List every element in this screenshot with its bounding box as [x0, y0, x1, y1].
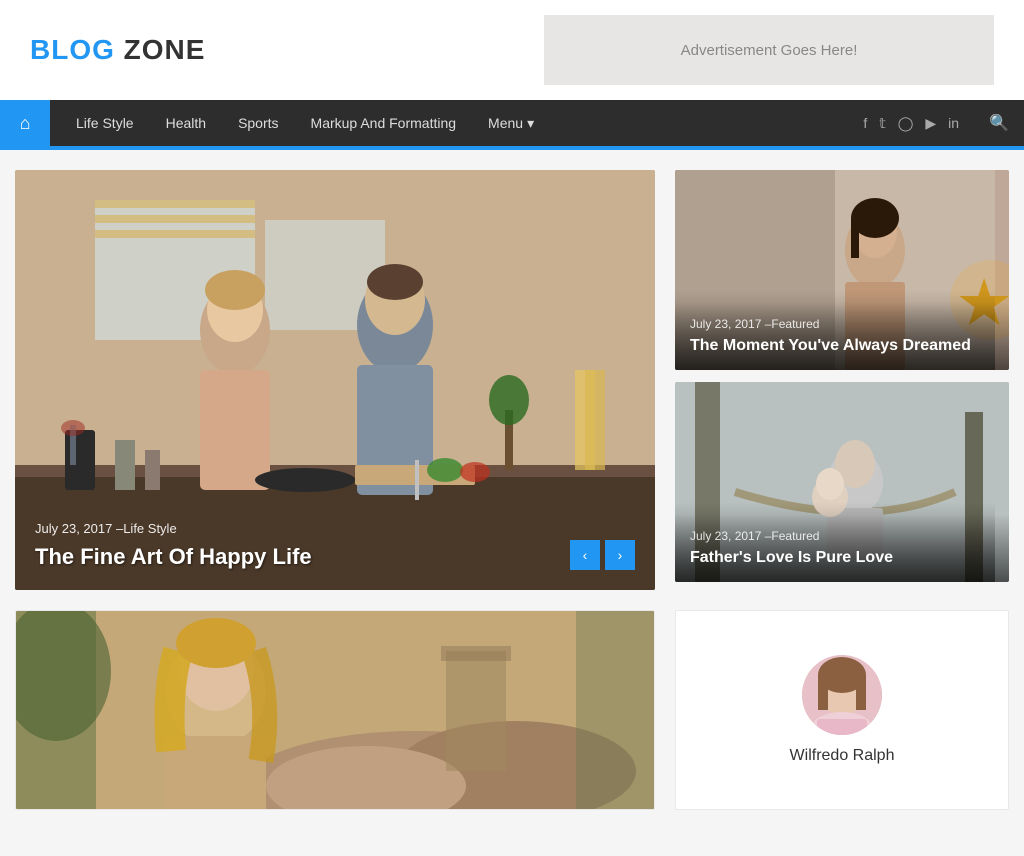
slider-prev-button[interactable]: ‹ [570, 540, 600, 570]
card-2-title: Father's Love Is Pure Love [690, 549, 994, 567]
nav-item-health[interactable]: Health [150, 100, 222, 146]
card-1-category: July 23, 2017 –Featured [690, 317, 994, 331]
home-button[interactable]: ⌂ [0, 100, 50, 146]
hero-title: The Fine Art Of Happy Life [35, 544, 635, 570]
author-name: Wilfredo Ralph [790, 747, 895, 765]
right-cards: ★ July [675, 170, 1009, 590]
author-avatar [802, 655, 882, 735]
logo[interactable]: BLOG ZONE [30, 34, 205, 66]
logo-zone: ZONE [124, 34, 206, 65]
author-widget: Wilfredo Ralph [675, 610, 1009, 810]
hero-category: July 23, 2017 –Life Style [35, 521, 635, 536]
slider-next-button[interactable]: › [605, 540, 635, 570]
bottom-article-card[interactable] [15, 610, 655, 810]
nav-items: Life Style Health Sports Markup And Form… [50, 100, 848, 146]
nav-item-sports[interactable]: Sports [222, 100, 294, 146]
slider-controls: ‹ › [570, 540, 635, 570]
advertisement-banner: Advertisement Goes Here! [544, 15, 994, 85]
social-links: f 𝕥 ◯ ▶ in [848, 100, 974, 146]
header: BLOG ZONE Advertisement Goes Here! [0, 0, 1024, 100]
article-card-2[interactable]: July 23, 2017 –Featured Father's Love Is… [675, 382, 1009, 582]
logo-blog: BLOG [30, 34, 115, 65]
instagram-icon[interactable]: ◯ [898, 115, 914, 132]
youtube-icon[interactable]: ▶ [925, 115, 936, 132]
card-1-title: The Moment You've Always Dreamed [690, 337, 994, 355]
hero-slider: July 23, 2017 –Life Style The Fine Art O… [15, 170, 655, 590]
article-card-1[interactable]: ★ July [675, 170, 1009, 370]
hero-overlay: July 23, 2017 –Life Style The Fine Art O… [15, 501, 655, 590]
card-2-overlay: July 23, 2017 –Featured Father's Love Is… [675, 514, 1009, 582]
facebook-icon[interactable]: f [863, 115, 867, 131]
bottom-section: Wilfredo Ralph [15, 610, 1009, 810]
search-button[interactable]: 🔍 [974, 100, 1024, 146]
navbar: ⌂ Life Style Health Sports Markup And Fo… [0, 100, 1024, 146]
card-2-category: July 23, 2017 –Featured [690, 529, 994, 543]
linkedin-icon[interactable]: in [948, 115, 959, 131]
nav-item-menu[interactable]: Menu ▾ [472, 100, 550, 146]
main-content: July 23, 2017 –Life Style The Fine Art O… [0, 150, 1024, 830]
nav-item-lifestyle[interactable]: Life Style [60, 100, 150, 146]
nav-item-markup[interactable]: Markup And Formatting [295, 100, 473, 146]
card-1-overlay: July 23, 2017 –Featured The Moment You'v… [675, 302, 1009, 370]
top-section: July 23, 2017 –Life Style The Fine Art O… [15, 170, 1009, 590]
twitter-icon[interactable]: 𝕥 [879, 115, 886, 132]
chevron-down-icon: ▾ [527, 115, 534, 132]
